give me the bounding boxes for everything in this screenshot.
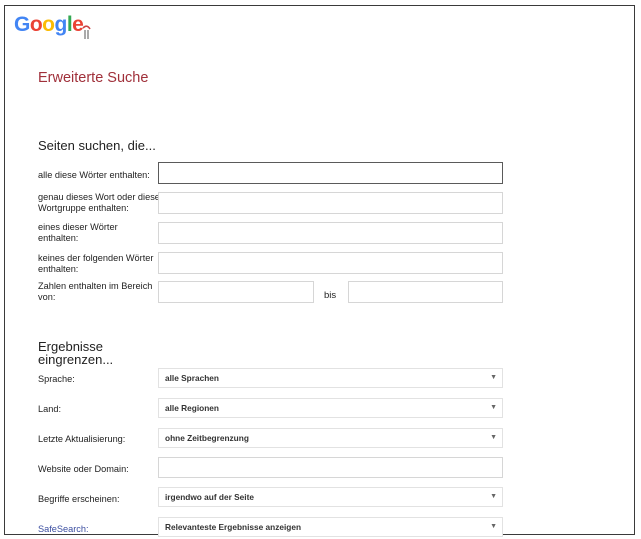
- find-pages-heading: Seiten suchen, die...: [38, 138, 156, 153]
- language-value: alle Sprachen: [165, 373, 219, 383]
- logo-letter-g: G: [14, 13, 30, 36]
- site-domain-label: Website oder Domain:: [38, 464, 129, 474]
- chevron-down-icon: ▼: [490, 374, 497, 381]
- last-update-label: Letzte Aktualisierung:: [38, 434, 126, 444]
- chevron-down-icon: ▼: [490, 493, 497, 500]
- chevron-down-icon: ▼: [490, 434, 497, 441]
- terms-appearing-value: irgendwo auf der Seite: [165, 492, 254, 502]
- exact-phrase-label: genau dieses Wort oder diese Wortgruppe …: [38, 192, 160, 213]
- none-words-label: keines der folgenden Wörter enthalten:: [38, 253, 154, 274]
- chevron-down-icon: ▼: [490, 404, 497, 411]
- safesearch-value: Relevanteste Ergebnisse anzeigen: [165, 522, 302, 532]
- safesearch-select[interactable]: Relevanteste Ergebnisse anzeigen ▼: [158, 517, 503, 537]
- region-label: Land:: [38, 404, 61, 414]
- narrow-results-heading: Ergebnisse eingrenzen...: [38, 340, 113, 366]
- doodle-mark-icon: [82, 25, 91, 39]
- terms-appearing-select[interactable]: irgendwo auf der Seite ▼: [158, 487, 503, 507]
- region-select[interactable]: alle Regionen ▼: [158, 398, 503, 418]
- number-range-label: Zahlen enthalten im Bereich von:: [38, 281, 153, 302]
- terms-appearing-label: Begriffe erscheinen:: [38, 494, 120, 504]
- number-range-from-input[interactable]: [158, 281, 314, 303]
- exact-phrase-input[interactable]: [158, 192, 503, 214]
- narrow-heading-line2: eingrenzen...: [38, 352, 114, 367]
- google-logo[interactable]: Google: [14, 13, 84, 37]
- last-update-value: ohne Zeitbegrenzung: [165, 433, 249, 443]
- none-words-input[interactable]: [158, 252, 503, 274]
- any-words-input[interactable]: [158, 222, 503, 244]
- all-words-label: alle diese Wörter enthalten:: [38, 170, 150, 180]
- page-title: Erweiterte Suche: [38, 70, 149, 86]
- language-label: Sprache:: [38, 374, 75, 384]
- chevron-down-icon: ▼: [490, 523, 497, 530]
- range-separator: bis: [324, 290, 337, 301]
- number-range-to-input[interactable]: [348, 281, 503, 303]
- region-value: alle Regionen: [165, 403, 219, 413]
- logo-letter-o2: o: [42, 13, 55, 36]
- safesearch-label[interactable]: SafeSearch:: [38, 524, 160, 535]
- all-words-input[interactable]: [158, 162, 503, 184]
- any-words-label: eines dieser Wörter enthalten:: [38, 222, 118, 243]
- logo-letter-o1: o: [29, 13, 43, 36]
- logo-letter-g2: g: [54, 13, 68, 36]
- language-select[interactable]: alle Sprachen ▼: [158, 368, 503, 388]
- last-update-select[interactable]: ohne Zeitbegrenzung ▼: [158, 428, 503, 448]
- site-domain-input[interactable]: [158, 457, 503, 478]
